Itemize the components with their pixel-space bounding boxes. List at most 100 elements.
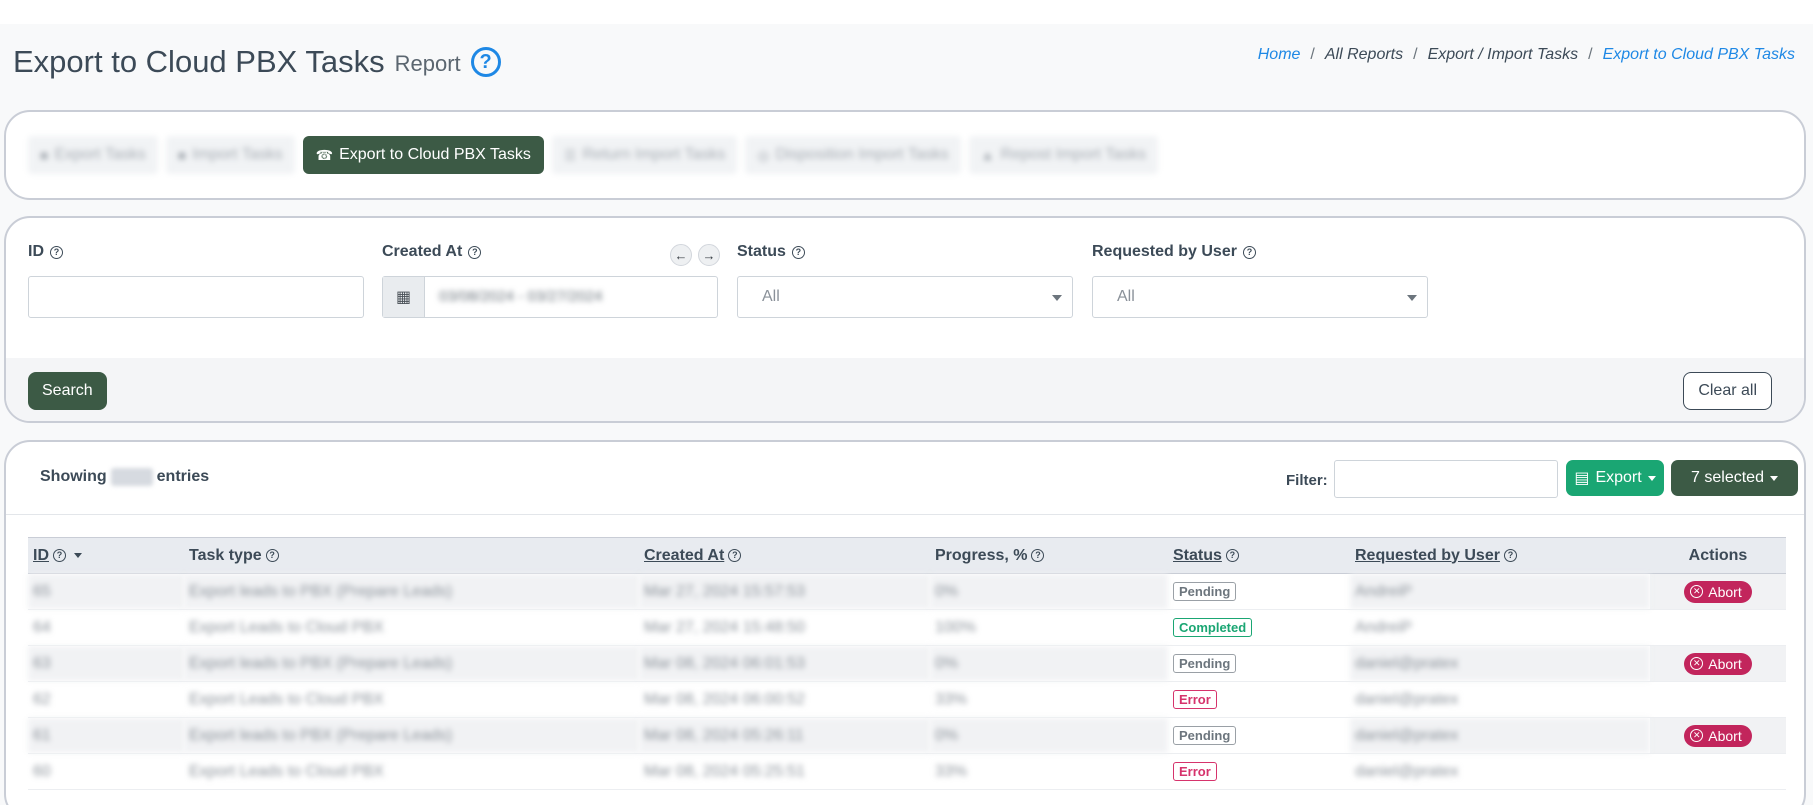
cell-task-type: Export Leads to Cloud PBX	[184, 753, 639, 790]
clear-all-button[interactable]: Clear all	[1683, 372, 1772, 410]
id-label-text: ID	[28, 243, 44, 260]
status-badge: Pending	[1173, 726, 1237, 745]
repost-icon: ▲	[980, 147, 995, 163]
tab-import-tasks[interactable]: ■ Import Tasks	[165, 136, 295, 174]
tab-label: Repost Import Tasks	[1000, 146, 1147, 163]
next-period-button[interactable]: →	[698, 244, 720, 266]
breadcrumb-export-import[interactable]: Export / Import Tasks	[1428, 46, 1579, 64]
col-id[interactable]: ID?	[28, 537, 184, 574]
help-icon[interactable]: ?	[791, 245, 805, 259]
created-label-text: Created At	[382, 243, 463, 260]
tab-disposition-import[interactable]: ◎ Disposition Import Tasks	[745, 136, 961, 174]
file-excel-icon: ▤	[1574, 470, 1590, 487]
status-badge: Pending	[1173, 654, 1237, 673]
cell-status: Pending	[1168, 717, 1350, 754]
tab-label: Return Import Tasks	[582, 146, 726, 163]
cell-actions	[1650, 681, 1786, 718]
cell-progress: 100%	[930, 609, 1168, 646]
tab-label: Export Tasks	[54, 146, 146, 163]
breadcrumb-separator: /	[1310, 46, 1315, 63]
target-icon: ◎	[757, 146, 770, 163]
breadcrumb-current[interactable]: Export to Cloud PBX Tasks	[1603, 46, 1795, 64]
entries-summary: Showing entries	[40, 468, 209, 486]
cell-user: AndreiP	[1350, 573, 1650, 610]
close-circle-icon: ✕	[1690, 657, 1704, 670]
help-icon[interactable]: ?	[1225, 548, 1239, 562]
table-row: 60 Export Leads to Cloud PBX Mar 08, 202…	[28, 753, 1786, 790]
cell-id: 60	[28, 753, 184, 790]
cell-actions: ✕ Abort	[1650, 645, 1786, 682]
col-progress-label: Progress, %	[935, 546, 1028, 564]
chevron-down-icon	[1769, 475, 1778, 481]
breadcrumb-separator: /	[1588, 46, 1593, 63]
abort-label: Abort	[1708, 727, 1742, 744]
help-icon[interactable]: ?	[1503, 548, 1517, 562]
selected-label: 7 selected	[1691, 469, 1764, 486]
prev-period-button[interactable]: ←	[670, 244, 692, 266]
tab-label: Export to Cloud PBX Tasks	[339, 146, 531, 163]
page-title: Export to Cloud PBX Tasks	[13, 44, 385, 79]
cell-status: Pending	[1168, 645, 1350, 682]
cell-task-type: Export leads to PBX (Prepare Leads)	[184, 717, 639, 754]
cell-id: 64	[28, 609, 184, 646]
help-icon[interactable]: ?	[1031, 548, 1045, 562]
abort-button[interactable]: ✕ Abort	[1684, 580, 1752, 603]
cell-id: 65	[28, 573, 184, 610]
col-status[interactable]: Status?	[1168, 537, 1350, 574]
help-icon[interactable]: ?	[728, 548, 742, 562]
filters-footer	[6, 358, 1804, 421]
cell-status: Error	[1168, 681, 1350, 718]
columns-selected-button[interactable]: 7 selected	[1671, 460, 1798, 496]
col-task-type: Task type?	[184, 537, 639, 574]
search-button[interactable]: Search	[28, 372, 107, 410]
col-created-label: Created At	[644, 546, 725, 564]
status-select[interactable]: All	[737, 276, 1073, 318]
help-icon[interactable]: ?	[50, 245, 63, 259]
col-created-at[interactable]: Created At?	[639, 537, 930, 574]
export-icon: ■	[40, 147, 49, 163]
table-row: 62 Export Leads to Cloud PBX Mar 08, 202…	[28, 681, 1786, 718]
status-badge: Completed	[1173, 618, 1253, 637]
cell-user: daniel@pratex	[1350, 717, 1650, 754]
breadcrumb-all-reports[interactable]: All Reports	[1325, 46, 1403, 64]
col-status-label: Status	[1173, 546, 1222, 564]
cell-progress: 0%	[930, 645, 1168, 682]
cell-task-type: Export Leads to Cloud PBX	[184, 681, 639, 718]
export-button[interactable]: ▤ Export	[1566, 460, 1664, 496]
abort-label: Abort	[1708, 655, 1742, 672]
tab-export-tasks[interactable]: ■ Export Tasks	[28, 136, 158, 174]
table-filter-input[interactable]	[1334, 460, 1558, 498]
breadcrumb-home[interactable]: Home	[1258, 46, 1301, 64]
abort-button[interactable]: ✕ Abort	[1684, 724, 1752, 747]
col-user[interactable]: Requested by User?	[1350, 537, 1650, 574]
cell-progress: 0%	[930, 573, 1168, 610]
help-icon[interactable]: ?	[1242, 245, 1256, 259]
table-row: 64 Export Leads to Cloud PBX Mar 27, 202…	[28, 609, 1786, 646]
col-user-label: Requested by User	[1355, 546, 1500, 564]
tab-export-cloud-pbx[interactable]: ☎ Export to Cloud PBX Tasks	[302, 136, 544, 174]
results-card: Showing entries Filter: ▤ Export 7 selec…	[4, 440, 1806, 805]
tab-return-import[interactable]: ☰ Return Import Tasks	[551, 136, 738, 174]
abort-button[interactable]: ✕ Abort	[1684, 652, 1752, 675]
status-select-value: All	[762, 288, 780, 305]
user-filter-label: Requested by User?	[1092, 243, 1256, 261]
table-row: 61 Export leads to PBX (Prepare Leads) M…	[28, 717, 1786, 754]
import-icon: ■	[177, 147, 187, 163]
page-header: Export to Cloud PBX Tasks Report ?	[13, 40, 501, 84]
cell-actions: ✕ Abort	[1650, 717, 1786, 754]
help-circle-icon[interactable]: ?	[470, 47, 501, 77]
created-filter-label: Created At?	[382, 243, 482, 261]
tab-repost-import[interactable]: ▲ Repost Import Tasks	[968, 136, 1159, 174]
cell-progress: 33%	[930, 753, 1168, 790]
id-input[interactable]	[28, 276, 364, 318]
created-at-date-range[interactable]: ▦ 03/08/2024 - 03/27/2024	[382, 276, 718, 318]
cell-user: daniel@pratex	[1350, 681, 1650, 718]
help-icon[interactable]: ?	[468, 245, 482, 259]
cell-created: Mar 27, 2024 15:48:50	[639, 609, 930, 646]
calendar-icon[interactable]: ▦	[383, 277, 425, 317]
user-select-value: All	[1117, 288, 1135, 305]
help-icon[interactable]: ?	[265, 548, 279, 562]
user-select[interactable]: All	[1092, 276, 1428, 318]
cell-task-type: Export Leads to Cloud PBX	[184, 609, 639, 646]
help-icon[interactable]: ?	[53, 548, 66, 562]
